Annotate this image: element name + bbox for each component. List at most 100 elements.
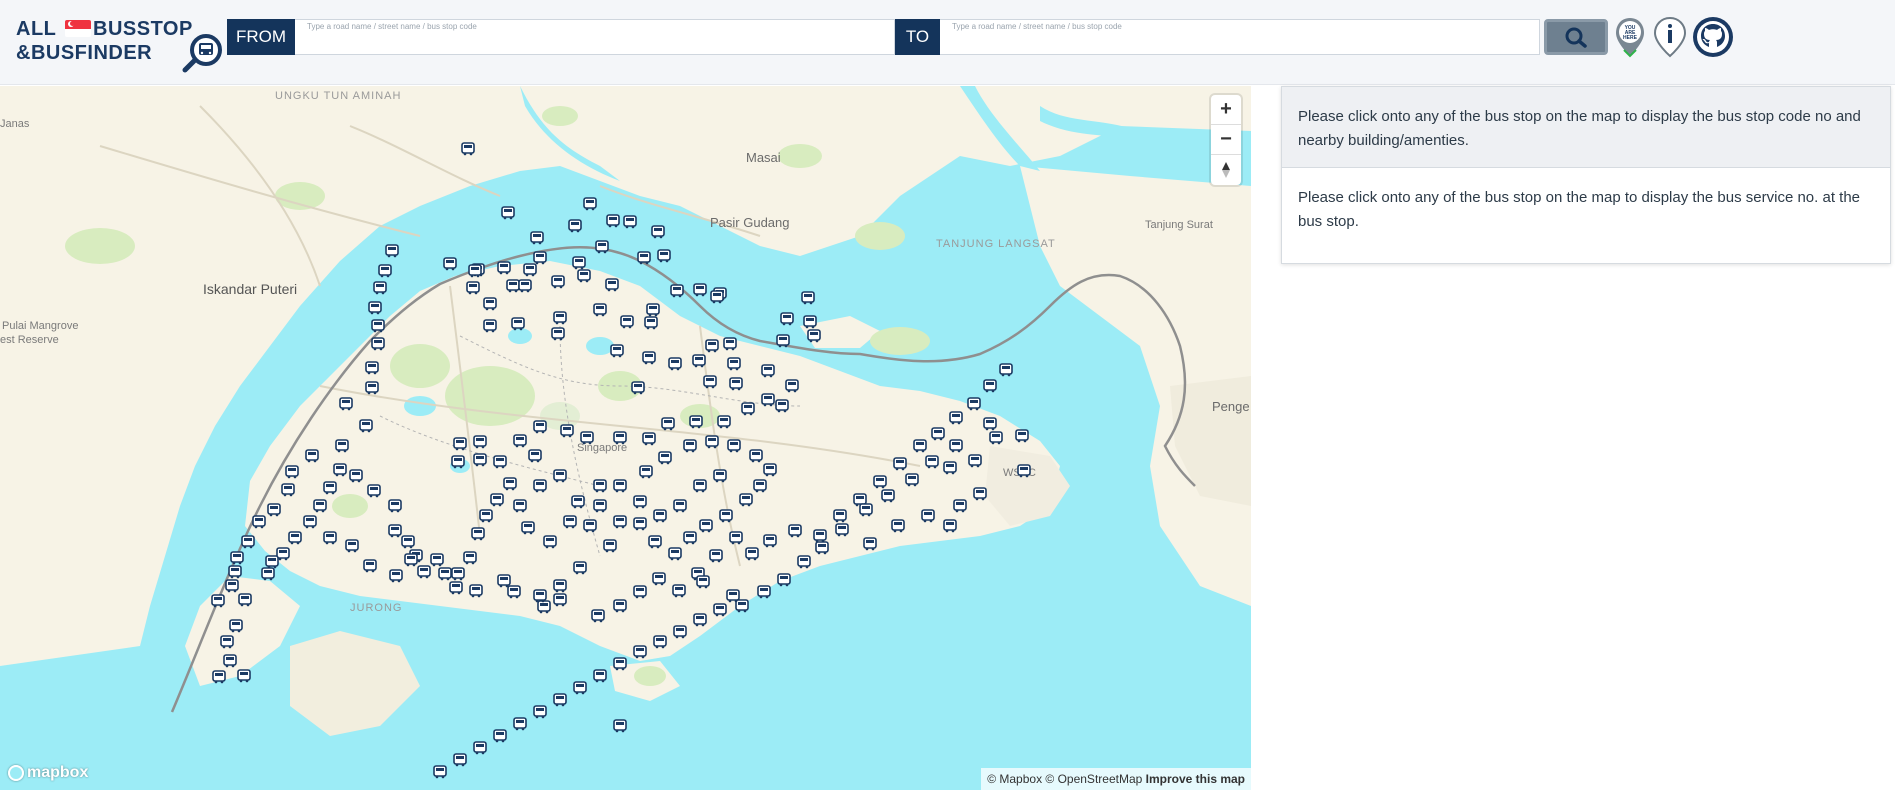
bus-stop-marker[interactable]: [972, 487, 988, 501]
bus-stop-marker[interactable]: [760, 364, 776, 378]
bus-stop-marker[interactable]: [775, 334, 791, 348]
bus-stop-marker[interactable]: [630, 381, 646, 395]
bus-stop-marker[interactable]: [304, 449, 320, 463]
bus-stop-marker[interactable]: [522, 263, 538, 277]
bus-stop-marker[interactable]: [605, 214, 621, 228]
bus-stop-marker[interactable]: [478, 509, 494, 523]
bus-stop-marker[interactable]: [800, 291, 816, 305]
bus-stop-marker[interactable]: [512, 499, 528, 513]
bus-stop-marker[interactable]: [612, 599, 628, 613]
bus-stop-marker[interactable]: [691, 354, 707, 368]
bus-stop-marker[interactable]: [470, 527, 486, 541]
bus-stop-marker[interactable]: [787, 524, 803, 538]
bus-stop-marker[interactable]: [924, 455, 940, 469]
bus-stop-marker[interactable]: [632, 645, 648, 659]
bus-stop-marker[interactable]: [657, 451, 673, 465]
bus-stop-marker[interactable]: [437, 567, 453, 581]
bus-stop-marker[interactable]: [784, 379, 800, 393]
bus-stop-map[interactable]: UNGKU TUN AMINAH Janas Masai Pasir Gudan…: [0, 86, 1251, 790]
bus-stop-marker[interactable]: [284, 465, 300, 479]
bus-stop-marker[interactable]: [334, 439, 350, 453]
bus-stop-marker[interactable]: [572, 681, 588, 695]
bus-stop-marker[interactable]: [260, 567, 276, 581]
bus-stop-marker[interactable]: [952, 499, 968, 513]
bus-stop-marker[interactable]: [576, 269, 592, 283]
bus-stop-marker[interactable]: [612, 431, 628, 445]
bus-stop-marker[interactable]: [802, 315, 818, 329]
bus-stop-marker[interactable]: [712, 603, 728, 617]
bus-stop-marker[interactable]: [692, 479, 708, 493]
bus-stop-marker[interactable]: [904, 473, 920, 487]
bus-stop-marker[interactable]: [967, 454, 983, 468]
bus-stop-marker[interactable]: [370, 337, 386, 351]
bus-stop-marker[interactable]: [602, 539, 618, 553]
bus-stop-marker[interactable]: [948, 411, 964, 425]
bus-stop-marker[interactable]: [388, 569, 404, 583]
bus-stop-marker[interactable]: [988, 431, 1004, 445]
bus-stop-marker[interactable]: [728, 377, 744, 391]
bus-stop-marker[interactable]: [472, 453, 488, 467]
bus-stop-marker[interactable]: [671, 584, 687, 598]
bus-stop-marker[interactable]: [364, 381, 380, 395]
bus-stop-marker[interactable]: [227, 565, 243, 579]
bus-stop-marker[interactable]: [740, 402, 756, 416]
bus-stop-marker[interactable]: [502, 477, 518, 491]
bus-stop-marker[interactable]: [998, 363, 1014, 377]
bus-stop-marker[interactable]: [372, 281, 388, 295]
bus-stop-marker[interactable]: [806, 329, 822, 343]
bus-stop-marker[interactable]: [726, 357, 742, 371]
bus-stop-marker[interactable]: [920, 509, 936, 523]
bus-stop-marker[interactable]: [472, 741, 488, 755]
bus-stop-marker[interactable]: [280, 483, 296, 497]
bus-stop-marker[interactable]: [762, 534, 778, 548]
bus-stop-marker[interactable]: [692, 283, 708, 297]
bus-stop-marker[interactable]: [228, 619, 244, 633]
bus-stop-marker[interactable]: [872, 475, 888, 489]
bus-stop-marker[interactable]: [660, 417, 676, 431]
bus-stop-marker[interactable]: [571, 256, 587, 270]
bus-stop-marker[interactable]: [240, 535, 256, 549]
bus-stop-marker[interactable]: [612, 515, 628, 529]
bus-stop-marker[interactable]: [364, 361, 380, 375]
bus-stop-marker[interactable]: [638, 465, 654, 479]
bus-stop-marker[interactable]: [890, 519, 906, 533]
bus-stop-marker[interactable]: [667, 547, 683, 561]
bus-stop-marker[interactable]: [468, 584, 484, 598]
bus-stop-marker[interactable]: [567, 219, 583, 233]
bus-stop-marker[interactable]: [532, 420, 548, 434]
bus-stop-marker[interactable]: [570, 495, 586, 509]
bus-stop-marker[interactable]: [704, 435, 720, 449]
bus-stop-marker[interactable]: [779, 312, 795, 326]
bus-stop-marker[interactable]: [384, 244, 400, 258]
bus-stop-marker[interactable]: [832, 509, 848, 523]
zoom-in-button[interactable]: +: [1211, 95, 1241, 125]
from-input[interactable]: Type a road name / street name / bus sto…: [295, 19, 895, 55]
bus-stop-marker[interactable]: [858, 503, 874, 517]
bus-stop-marker[interactable]: [725, 589, 741, 603]
bus-stop-marker[interactable]: [582, 197, 598, 211]
to-input[interactable]: Type a road name / street name / bus sto…: [940, 19, 1540, 55]
bus-stop-marker[interactable]: [367, 301, 383, 315]
bus-stop-marker[interactable]: [219, 635, 235, 649]
bus-stop-marker[interactable]: [512, 434, 528, 448]
bus-stop-marker[interactable]: [709, 290, 725, 304]
bus-stop-marker[interactable]: [942, 519, 958, 533]
bus-stop-marker[interactable]: [774, 399, 790, 413]
bus-stop-marker[interactable]: [712, 469, 728, 483]
bus-stop-marker[interactable]: [692, 613, 708, 627]
bus-stop-marker[interactable]: [814, 541, 830, 555]
bus-stop-marker[interactable]: [612, 719, 628, 733]
bus-stop-marker[interactable]: [532, 479, 548, 493]
bus-stop-marker[interactable]: [550, 327, 566, 341]
bus-stop-marker[interactable]: [510, 317, 526, 331]
bus-stop-marker[interactable]: [222, 654, 238, 668]
bus-stop-marker[interactable]: [667, 357, 683, 371]
you-are-here-button[interactable]: YOU ARE HERE: [1614, 16, 1646, 58]
bus-stop-marker[interactable]: [467, 264, 483, 278]
bus-stop-marker[interactable]: [912, 439, 928, 453]
bus-stop-marker[interactable]: [708, 549, 724, 563]
bus-stop-marker[interactable]: [387, 499, 403, 513]
bus-stop-marker[interactable]: [460, 142, 476, 156]
bus-stop-marker[interactable]: [612, 479, 628, 493]
zoom-out-button[interactable]: −: [1211, 125, 1241, 155]
